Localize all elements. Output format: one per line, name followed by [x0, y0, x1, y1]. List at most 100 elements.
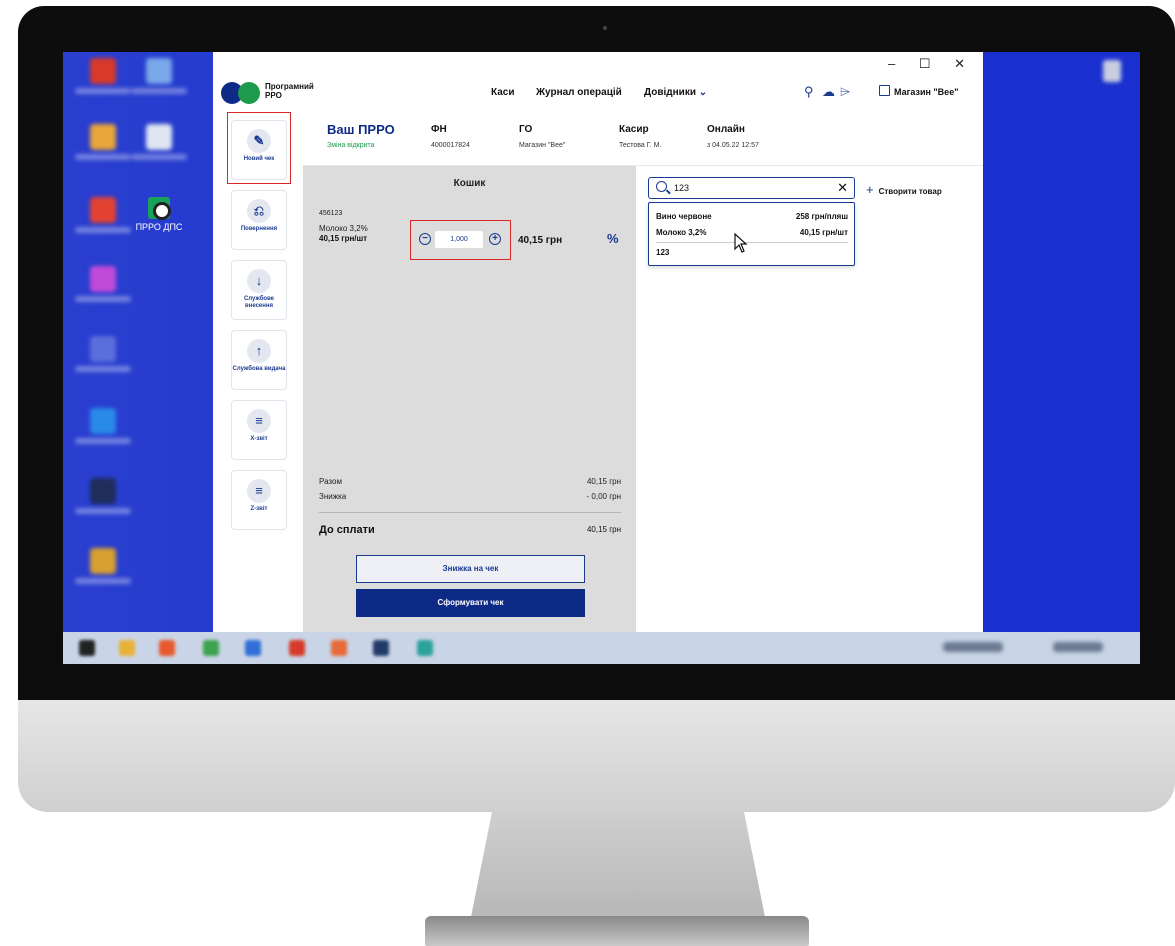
pro-dps-shortcut[interactable]: ПРРО ДПС: [131, 197, 187, 232]
cart-item-total: 40,15 грн: [518, 235, 563, 246]
desktop-icon[interactable]: [75, 548, 131, 584]
taskbar-app-icon[interactable]: [373, 640, 389, 656]
cart-item-name: Молоко 3,2%: [319, 224, 368, 233]
sidebar-label: Х-звіт: [250, 436, 268, 442]
sidebar: ✎ Новий чек ⎌ Повернення ↓ Службове внес…: [213, 110, 303, 632]
result-name: Молоко 3,2%: [656, 228, 707, 237]
percent-discount-icon[interactable]: %: [607, 231, 619, 246]
screen: ПРРО ДПС – ☐ ✕ Програмний РРО Каси Журна…: [63, 52, 1140, 664]
app-header: Програмний РРО Каси Журнал операцій Дові…: [213, 74, 983, 112]
desktop-right-area: [983, 52, 1140, 632]
taskbar-app-icon[interactable]: [159, 640, 175, 656]
shift-status: Зміна відкрита: [327, 142, 375, 149]
taskbar-app-icon[interactable]: [119, 640, 135, 656]
search-icon: [656, 181, 667, 192]
quantity-input[interactable]: 1,000: [435, 231, 483, 248]
search-result-item[interactable]: 123: [656, 248, 848, 257]
desktop-icon[interactable]: [75, 124, 131, 160]
quantity-stepper: − 1,000 +: [410, 220, 511, 260]
recycle-bin-icon[interactable]: [1103, 60, 1121, 82]
sidebar-label: Службове внесення: [243, 296, 275, 309]
taskbar-app-icon[interactable]: [203, 640, 219, 656]
subtotal-row: Разом 40,15 грн: [319, 477, 621, 486]
sidebar-label: Службова видача: [232, 366, 286, 372]
taskbar-app-icon[interactable]: [289, 640, 305, 656]
chevron-down-icon: ⌄: [698, 87, 708, 98]
online-title: Онлайн: [707, 124, 745, 135]
desktop-icon[interactable]: [75, 58, 131, 94]
desktop-icon[interactable]: [75, 336, 131, 372]
sidebar-x-report[interactable]: ≡ Х-звіт: [231, 400, 287, 460]
amount-due-label: До сплати: [319, 524, 375, 536]
z-report-icon: ≡: [247, 479, 271, 503]
desktop-icon[interactable]: [131, 58, 187, 94]
logo-line-1: Програмний: [265, 82, 314, 91]
product-search[interactable]: 123 ✕: [648, 177, 855, 199]
receipt-discount-button[interactable]: Знижка на чек: [356, 555, 585, 583]
close-icon[interactable]: ✕: [837, 180, 848, 196]
monitor-stand-foot: [425, 916, 809, 946]
desktop-icon[interactable]: [75, 408, 131, 444]
desktop-icon[interactable]: [75, 266, 131, 302]
fn-value: 4000017824: [431, 142, 470, 149]
amount-due-row: До сплати 40,15 грн: [319, 524, 621, 536]
amount-due-value: 40,15 грн: [586, 525, 621, 534]
nav-directories[interactable]: Довідники ⌄: [644, 87, 707, 98]
discount-label: Знижка: [319, 492, 347, 501]
search-results: Вино червоне 258 грн/пляш Молоко 3,2% 40…: [648, 202, 855, 266]
window-controls[interactable]: – ☐ ✕: [888, 56, 975, 72]
taskbar: [63, 632, 1140, 664]
camera-dot: [603, 26, 607, 30]
sidebar-service-deposit[interactable]: ↓ Службове внесення: [231, 260, 287, 320]
summary-divider: [319, 512, 621, 513]
go-value: Магазин "Bee": [519, 142, 566, 149]
session-info-bar: Ваш ПРРО Зміна відкрита ФН 4000017824 ГО…: [303, 110, 983, 166]
app-window: – ☐ ✕ Програмний РРО Каси Журнал операці…: [213, 52, 983, 632]
taskbar-app-icon[interactable]: [417, 640, 433, 656]
store-icon: [879, 85, 890, 96]
system-clock[interactable]: [1053, 642, 1103, 652]
cashier-value: Тестова Г. М.: [619, 142, 662, 149]
create-product-button[interactable]: + Створити товар: [866, 182, 942, 197]
search-result-item[interactable]: Вино червоне 258 грн/пляш: [656, 212, 848, 221]
subtotal-value: 40,15 грн: [586, 477, 621, 486]
tag-icon[interactable]: ⌲: [840, 84, 850, 100]
fn-title: ФН: [431, 124, 447, 135]
plus-icon[interactable]: +: [489, 233, 501, 245]
store-name[interactable]: Магазин "Bee": [894, 87, 958, 97]
cart-item-code: 456123: [319, 210, 343, 217]
sidebar-label: Повернення: [240, 226, 278, 232]
sidebar-service-withdrawal[interactable]: ↑ Службова видача: [231, 330, 287, 390]
cart-item-unit-price: 40,15 грн/шт: [319, 234, 368, 243]
nav-kasy[interactable]: Каси: [491, 87, 515, 98]
arrow-down-icon: ↓: [247, 269, 271, 293]
online-value: з 04.05.22 12:57: [707, 142, 759, 149]
sidebar-return[interactable]: ⎌ Повернення: [231, 190, 287, 250]
cloud-upload-icon[interactable]: ☁: [822, 84, 835, 100]
taskbar-app-icon[interactable]: [331, 640, 347, 656]
desktop-icon[interactable]: [75, 478, 131, 514]
system-tray-icons[interactable]: [943, 642, 1003, 652]
desktop-icon[interactable]: [131, 124, 187, 160]
search-input[interactable]: 123: [674, 183, 689, 193]
logo-trident-icon: [238, 82, 260, 104]
sidebar-z-report[interactable]: ≡ Z-звіт: [231, 470, 287, 530]
result-name: Вино червоне: [656, 212, 712, 221]
wrench-icon[interactable]: ⚲: [804, 84, 814, 100]
start-icon[interactable]: [79, 640, 95, 656]
app-logo-text: Програмний РРО: [265, 82, 335, 100]
minus-icon[interactable]: −: [419, 233, 431, 245]
taskbar-app-icon[interactable]: [245, 640, 261, 656]
arrow-up-icon: ↑: [247, 339, 271, 363]
plus-icon: +: [866, 182, 874, 197]
x-report-icon: ≡: [247, 409, 271, 433]
cart-title: Кошик: [453, 178, 486, 189]
result-price: 40,15 грн/шт: [799, 228, 848, 237]
search-result-item[interactable]: Молоко 3,2% 40,15 грн/шт: [656, 228, 848, 237]
pro-dps-label: ПРРО ДПС: [135, 222, 183, 232]
desktop-icon[interactable]: [75, 197, 131, 233]
nav-journal[interactable]: Журнал операцій: [536, 87, 622, 98]
ppro-title: Ваш ПРРО: [327, 122, 395, 137]
monitor-stand: [468, 812, 768, 932]
generate-receipt-button[interactable]: Сформувати чек: [356, 589, 585, 617]
